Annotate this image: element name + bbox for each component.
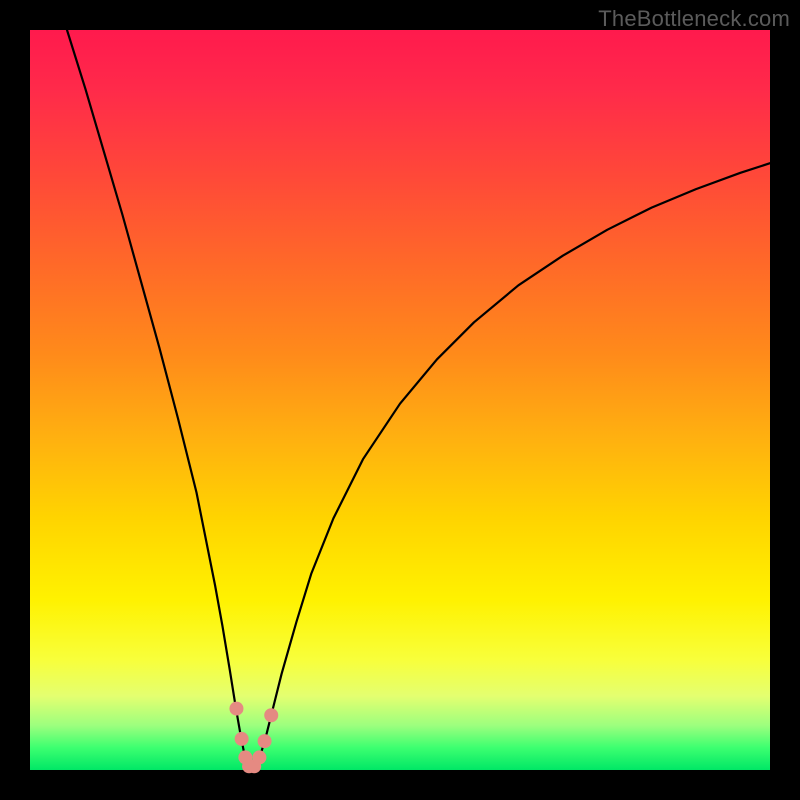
bottleneck-curve — [67, 30, 770, 769]
curve-marker — [229, 702, 243, 716]
curve-marker — [264, 708, 278, 722]
curve-marker — [252, 750, 266, 764]
watermark-text: TheBottleneck.com — [598, 6, 790, 32]
curve-svg — [30, 30, 770, 770]
plot-area — [30, 30, 770, 770]
curve-markers — [229, 702, 278, 774]
chart-frame: TheBottleneck.com — [0, 0, 800, 800]
curve-marker — [235, 732, 249, 746]
curve-marker — [258, 734, 272, 748]
